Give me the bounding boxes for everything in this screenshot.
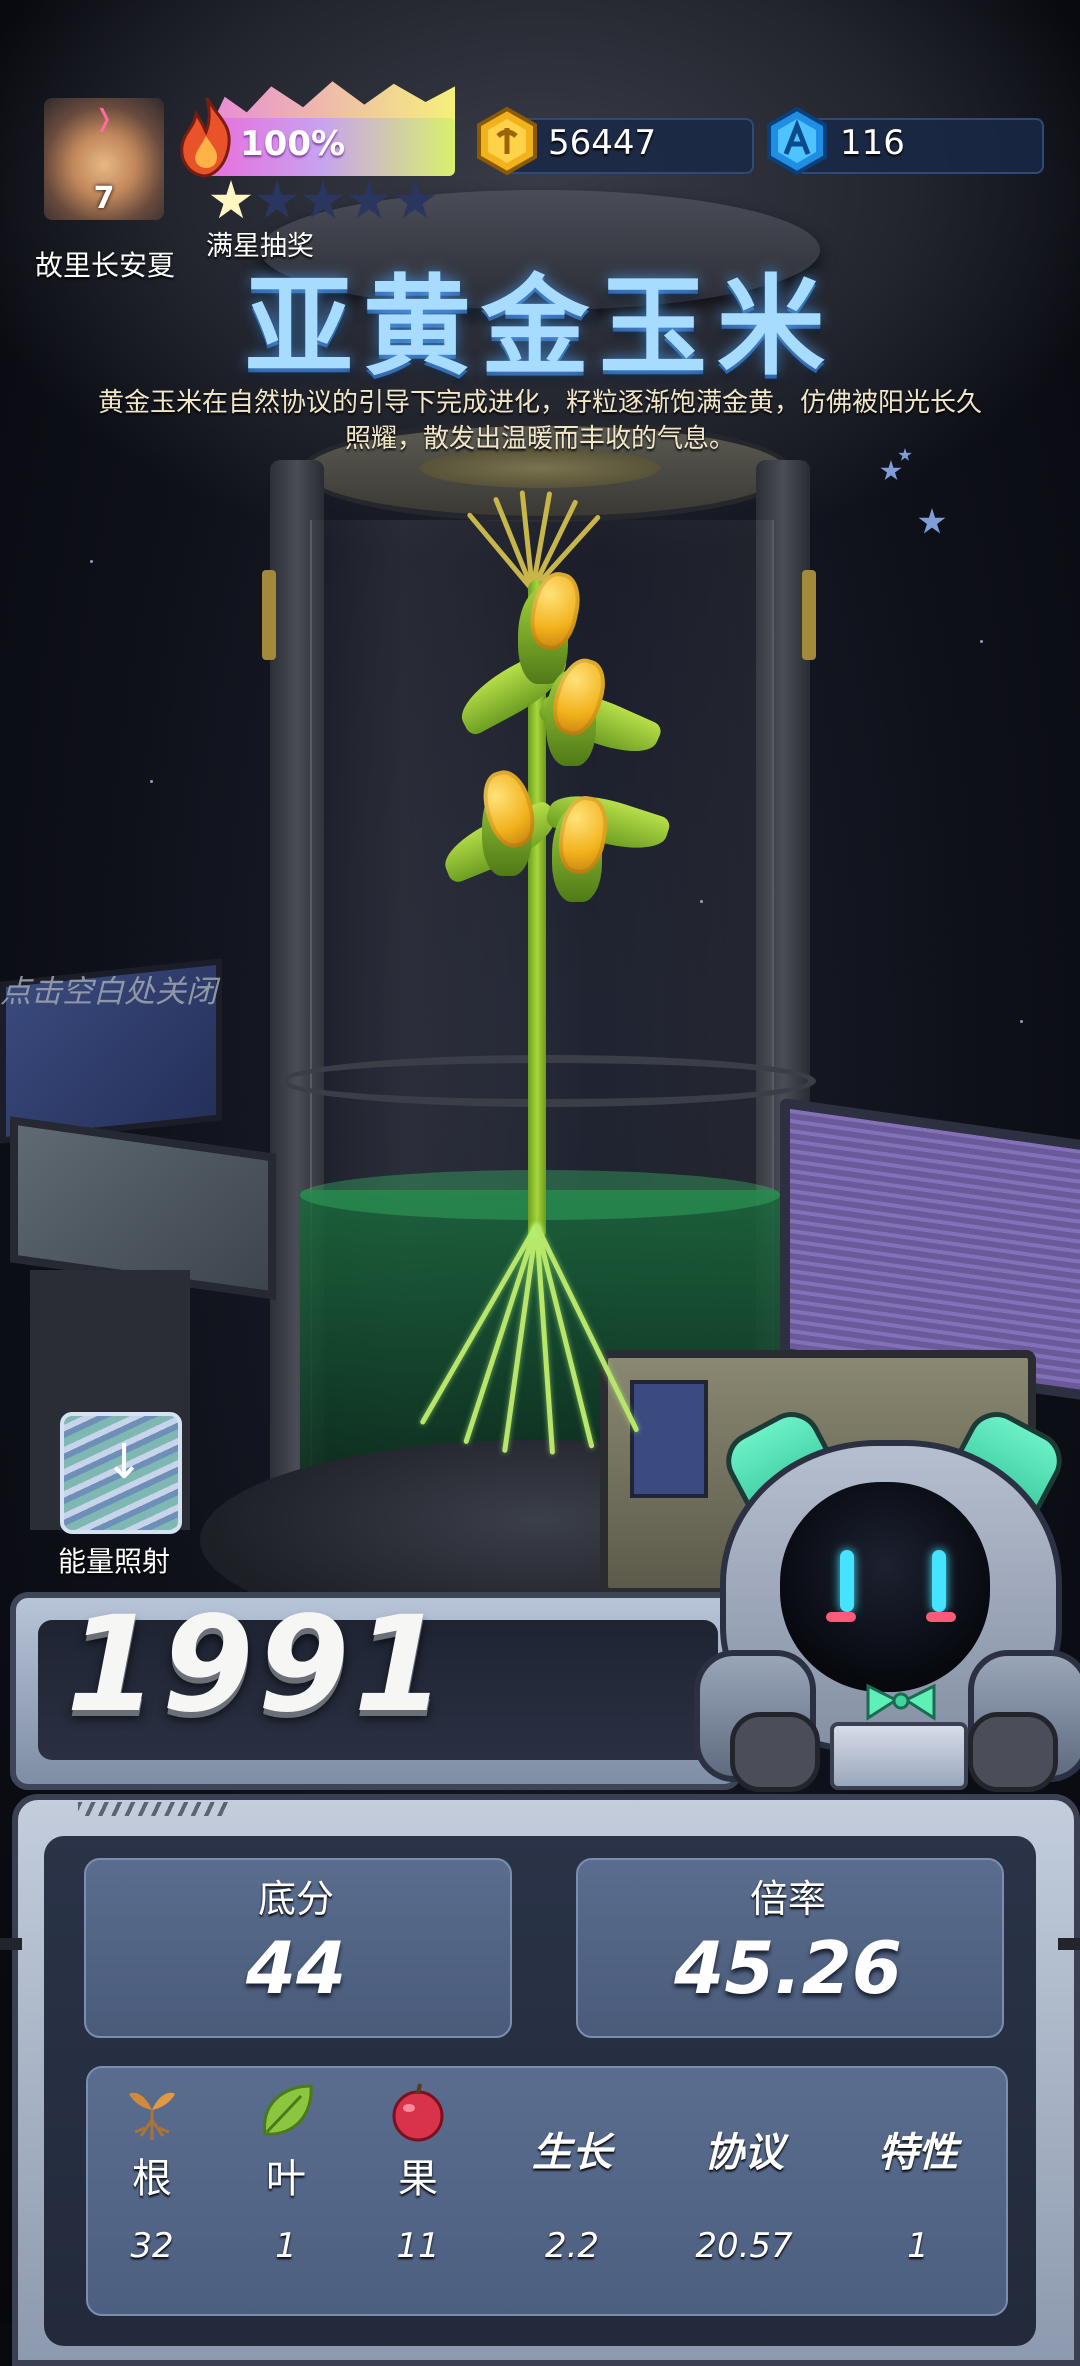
robot-hand-left	[730, 1712, 820, 1792]
gold-amount: 56447	[548, 123, 657, 163]
close-hint[interactable]: 点击空白处关闭	[0, 966, 217, 1011]
multiplier-value: 45.26	[674, 1926, 902, 2010]
gem-amount: 116	[840, 123, 905, 163]
panel-side-notch	[1058, 1938, 1080, 1950]
attr-value: 1	[275, 2226, 297, 2266]
robot-eye	[932, 1550, 946, 1612]
attr-label: 协议	[704, 2130, 784, 2176]
right-console-screen	[630, 1380, 708, 1498]
attr-label: 叶	[266, 2156, 306, 2202]
robot-tablet	[830, 1722, 968, 1790]
panel-side-notch	[0, 1938, 22, 1950]
base-score-label: 底分	[257, 1877, 334, 1921]
space-dust	[980, 640, 983, 643]
star-icon	[302, 180, 344, 219]
attr-leaf: 叶	[226, 2080, 346, 2204]
star-icon	[210, 180, 252, 219]
attr-trait: 特性	[858, 2080, 978, 2178]
attr-growth: 生长	[512, 2080, 632, 2178]
space-dust	[150, 780, 153, 783]
root-sprout-icon	[129, 2092, 175, 2140]
star-progress	[210, 180, 436, 222]
tube-clamp-ring	[280, 1055, 816, 1107]
gem-icon	[767, 106, 827, 176]
base-score-value: 44	[245, 1926, 347, 2010]
star-icon	[348, 180, 390, 219]
pillar-lamp-right	[802, 570, 816, 660]
attr-value: 11	[396, 2226, 440, 2266]
attr-value: 1	[907, 2226, 929, 2266]
flame-icon	[180, 97, 231, 178]
arrow-down-icon: ↓	[104, 1434, 145, 1490]
robot-cheek	[926, 1612, 956, 1622]
bow-tie-icon	[866, 1683, 936, 1721]
space-dust	[1020, 1020, 1023, 1023]
total-score: 1991	[66, 1588, 450, 1742]
gem-counter[interactable]	[796, 118, 1044, 174]
space-dust	[90, 560, 93, 563]
energy-irradiate-label: 能量照射	[58, 1545, 171, 1578]
attr-label: 特性	[878, 2130, 958, 2176]
pillar-lamp-left	[262, 570, 276, 660]
attr-fruit: 果	[358, 2080, 478, 2204]
attr-protocol: 协议	[684, 2080, 804, 2178]
player-avatar[interactable]: ❭ 7	[44, 98, 164, 220]
star-icon	[394, 180, 436, 219]
attr-value: 2.2	[544, 2226, 600, 2266]
gold-coin-icon	[477, 106, 537, 176]
robot-face	[780, 1482, 990, 1692]
multiplier-label: 倍率	[749, 1877, 826, 1921]
space-dust	[700, 900, 703, 903]
corn-tassel	[450, 480, 620, 592]
attr-root: 根	[92, 2080, 212, 2204]
star-icon	[256, 180, 298, 219]
apple-icon	[392, 2083, 444, 2142]
energy-percent: 100%	[240, 124, 346, 164]
player-level: 7	[93, 181, 115, 216]
attr-label: 根	[132, 2156, 172, 2202]
panel-stripes	[78, 1802, 228, 1816]
plant-title: 亚黄金玉米	[244, 265, 835, 390]
leaf-icon	[263, 2084, 313, 2136]
attr-value: 20.57	[695, 2226, 793, 2266]
robot-eye	[840, 1550, 854, 1612]
attr-label: 生长	[532, 2130, 612, 2176]
signal-icon: ❭	[94, 104, 115, 132]
corn-roots	[419, 1223, 640, 1475]
attr-label: 果	[398, 2156, 438, 2202]
plant-description: 黄金玉米在自然协议的引导下完成进化，籽粒逐渐饱满金黄，仿佛被阳光长久照耀，散发出…	[97, 388, 982, 454]
attr-value: 32	[130, 2226, 174, 2266]
robot-hand-right	[968, 1712, 1058, 1792]
robot-cheek	[826, 1612, 856, 1622]
